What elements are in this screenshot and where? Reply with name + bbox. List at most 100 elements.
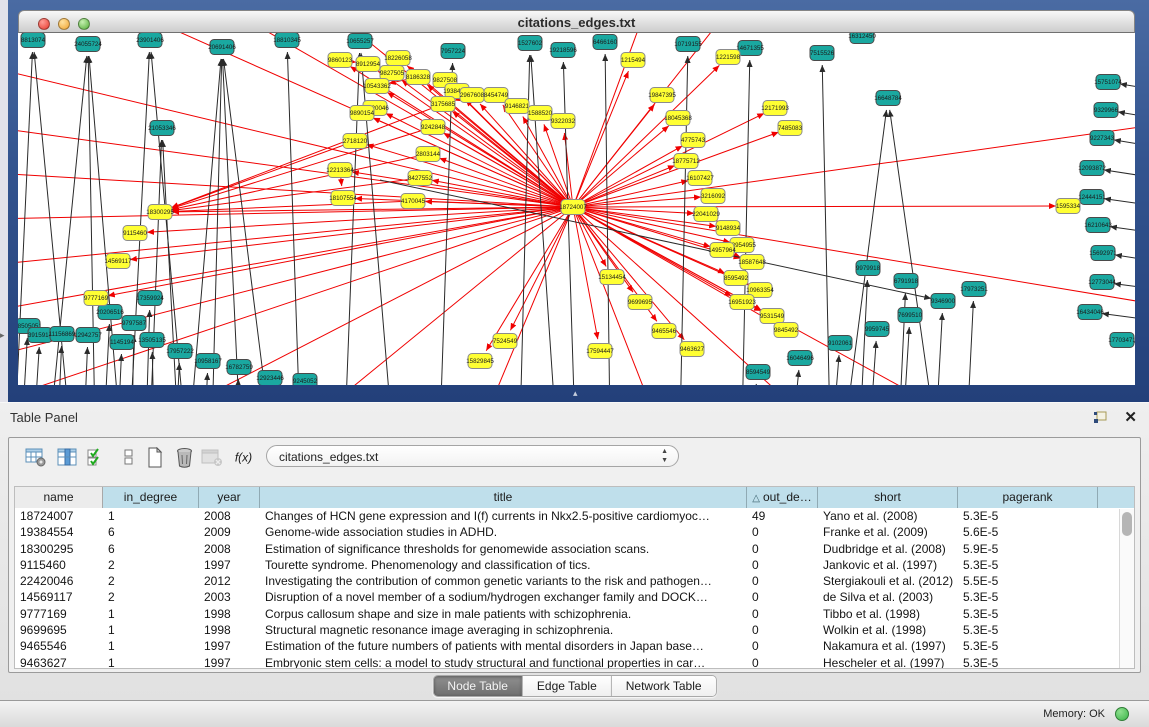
graph-node[interactable]: 17957222 [166, 344, 194, 359]
graph-edge[interactable] [573, 207, 1135, 310]
graph-edge[interactable] [605, 54, 610, 385]
graph-edge[interactable] [742, 60, 750, 385]
graph-edge[interactable] [1102, 314, 1135, 324]
graph-node[interactable]: 1215494 [621, 53, 646, 68]
graph-node[interactable]: 9531549 [760, 309, 785, 324]
graph-edge[interactable] [573, 120, 1135, 207]
column-header-in_degree[interactable]: in_degree [103, 487, 199, 508]
graph-node[interactable]: 9890154 [350, 106, 375, 121]
graph-node[interactable]: 15829845 [466, 354, 494, 369]
table-row[interactable]: 2242004622012Investigating the contribut… [15, 573, 1134, 589]
graph-edge[interactable] [171, 104, 443, 208]
graph-edge[interactable] [1114, 284, 1135, 294]
graph-node[interactable]: 16782759 [225, 360, 253, 375]
table-row[interactable]: 1938455462009Genome-wide association stu… [15, 524, 1134, 540]
graph-node[interactable]: 4775743 [681, 133, 706, 148]
graph-node[interactable]: 9797587 [122, 316, 147, 331]
delete-selected-icon[interactable] [172, 445, 196, 469]
graph-node[interactable]: 8186328 [406, 70, 431, 85]
column-header-title[interactable]: title [260, 487, 747, 508]
splitter-grip-icon[interactable]: ▴ [573, 388, 578, 399]
graph-node[interactable]: 6466160 [593, 35, 618, 50]
graph-node[interactable]: 9227343 [1090, 131, 1115, 146]
graph-node[interactable]: 17594447 [586, 344, 614, 359]
table-row[interactable]: 946554611997Estimation of the future num… [15, 638, 1134, 654]
graph-node[interactable]: 9346900 [931, 294, 956, 309]
graph-node[interactable]: 16648784 [874, 91, 902, 106]
graph-edge[interactable] [287, 52, 300, 385]
function-builder-icon[interactable]: f(x) [233, 445, 257, 469]
graph-edge[interactable] [510, 207, 573, 330]
close-panel-icon[interactable]: ✕ [1124, 408, 1137, 426]
graph-node[interactable]: 9102061 [828, 336, 853, 351]
select-rows-icon[interactable] [84, 445, 108, 469]
graph-edge[interactable] [176, 363, 179, 385]
graph-edge[interactable] [205, 373, 207, 385]
table-row[interactable]: 911546021997Tourette syndrome. Phenomeno… [15, 557, 1134, 573]
graph-node[interactable]: 3216092 [701, 189, 726, 204]
graph-node[interactable]: 14569117 [104, 254, 132, 269]
graph-node[interactable]: 2803144 [416, 147, 441, 162]
graph-edge[interactable] [903, 327, 909, 385]
graph-node[interactable]: 10958167 [194, 354, 222, 369]
graph-edge[interactable] [899, 293, 905, 385]
graph-edge[interactable] [573, 33, 660, 207]
graph-node[interactable]: 9860123 [328, 53, 353, 68]
graph-node[interactable]: 1527602 [518, 36, 543, 51]
graph-node[interactable]: 9699695 [628, 295, 653, 310]
table-settings-icon[interactable] [23, 445, 47, 469]
graph-node[interactable]: 7524549 [493, 334, 518, 349]
graph-node[interactable]: 18775712 [672, 154, 700, 169]
graph-node[interactable]: 7515526 [810, 46, 835, 61]
graph-node[interactable]: 9242848 [421, 120, 446, 135]
column-header-name[interactable]: name [15, 487, 103, 508]
graph-node[interactable]: 20691406 [208, 40, 236, 55]
graph-edge[interactable] [573, 166, 675, 207]
graph-node[interactable]: 23901406 [136, 33, 164, 48]
graph-edge[interactable] [190, 59, 221, 385]
graph-edge[interactable] [1115, 255, 1135, 266]
table-row[interactable]: 1830029562008Estimation of significance … [15, 541, 1134, 557]
graph-node[interactable]: 9148934 [716, 221, 741, 236]
tab-edge-table[interactable]: Edge Table [523, 676, 612, 696]
graph-node[interactable]: 7957224 [441, 44, 466, 59]
new-document-icon[interactable] [143, 445, 167, 469]
graph-node[interactable]: 15751074 [1094, 75, 1122, 90]
graph-node[interactable]: 7485083 [778, 121, 803, 136]
graph-node[interactable]: 9329966 [1094, 103, 1119, 118]
graph-edge[interactable] [345, 53, 360, 385]
graph-edge[interactable] [223, 59, 240, 385]
graph-edge[interactable] [84, 347, 87, 385]
graph-edge[interactable] [34, 347, 39, 385]
graph-node[interactable]: 18300295 [146, 205, 174, 220]
column-header-pagerank[interactable]: pagerank [958, 487, 1098, 508]
graph-node[interactable]: 9979918 [856, 261, 881, 276]
tab-network-table[interactable]: Network Table [612, 676, 716, 696]
graph-node[interactable]: 12773044 [1088, 275, 1116, 290]
graph-edge[interactable] [573, 207, 684, 340]
graph-node[interactable]: 7699510 [898, 308, 923, 323]
graph-node[interactable]: 8454749 [484, 88, 509, 103]
graph-node[interactable]: 13505135 [138, 333, 166, 348]
graph-node[interactable]: 1221598 [716, 50, 741, 65]
graph-node[interactable]: 18587648 [738, 255, 766, 270]
graph-edge[interactable] [750, 384, 756, 385]
graph-node[interactable]: 9245052 [293, 374, 318, 386]
graph-node[interactable]: 24055724 [74, 37, 102, 52]
graph-node[interactable]: 17359924 [136, 291, 164, 306]
graph-edge[interactable] [1104, 199, 1135, 210]
graph-edge[interactable] [936, 313, 942, 385]
graph-node[interactable]: 12213364 [326, 163, 354, 178]
graph-node[interactable]: 16434046 [1076, 305, 1104, 320]
graph-node[interactable]: 21053346 [148, 121, 176, 136]
graph-edge[interactable] [573, 206, 1056, 207]
graph-edge[interactable] [573, 126, 669, 207]
graph-edge[interactable] [1110, 227, 1135, 238]
column-visibility-icon[interactable] [55, 445, 79, 469]
graph-node[interactable]: 10655257 [346, 34, 374, 49]
graph-node[interactable]: 6791918 [894, 274, 919, 289]
graph-edge[interactable] [1114, 140, 1135, 152]
graph-node[interactable]: 16046496 [786, 351, 814, 366]
graph-node[interactable]: 1145194 [110, 335, 134, 350]
graph-node[interactable]: 10719155 [674, 37, 702, 52]
